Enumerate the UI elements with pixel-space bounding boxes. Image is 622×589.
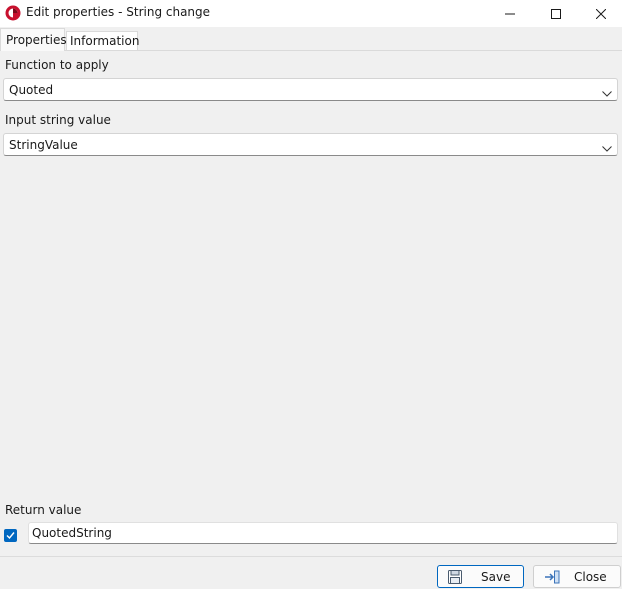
- input-string-label: Input string value: [5, 113, 111, 127]
- tab-properties[interactable]: Properties: [0, 28, 67, 51]
- minimize-icon: [505, 13, 515, 14]
- save-button[interactable]: Save: [437, 565, 524, 588]
- checkmark-icon: [6, 532, 15, 540]
- footer-divider: [0, 556, 622, 557]
- return-value-checkbox[interactable]: [4, 529, 17, 542]
- chevron-down-icon: [602, 86, 612, 100]
- close-icon: [596, 8, 606, 19]
- return-value-input[interactable]: QuotedString: [28, 522, 618, 544]
- window-close-button[interactable]: [578, 0, 622, 27]
- function-label: Function to apply: [5, 58, 109, 72]
- maximize-icon: [551, 8, 561, 19]
- title-bar: Edit properties - String change: [0, 0, 622, 27]
- input-string-select-value: StringValue: [9, 138, 78, 152]
- function-select-value: Quoted: [9, 83, 54, 97]
- app-logo-icon[interactable]: [5, 5, 21, 21]
- close-button[interactable]: Close: [533, 565, 621, 588]
- tab-label: Information: [70, 34, 140, 48]
- window-title: Edit properties - String change: [26, 5, 211, 19]
- tab-information[interactable]: Information: [66, 31, 140, 50]
- chevron-down-icon: [602, 141, 612, 155]
- maximize-button[interactable]: [533, 0, 579, 27]
- return-value-label: Return value: [5, 503, 82, 517]
- return-value-text: QuotedString: [32, 526, 112, 540]
- floppy-disk-icon: [448, 570, 462, 587]
- minimize-button[interactable]: [487, 0, 533, 27]
- save-button-label: Save: [481, 570, 511, 584]
- close-button-label: Close: [574, 570, 607, 584]
- tab-label: Properties: [6, 33, 67, 47]
- exit-arrow-icon: [544, 570, 560, 587]
- tab-divider: [0, 50, 622, 51]
- function-select[interactable]: Quoted: [3, 78, 618, 101]
- input-string-select[interactable]: StringValue: [3, 133, 618, 156]
